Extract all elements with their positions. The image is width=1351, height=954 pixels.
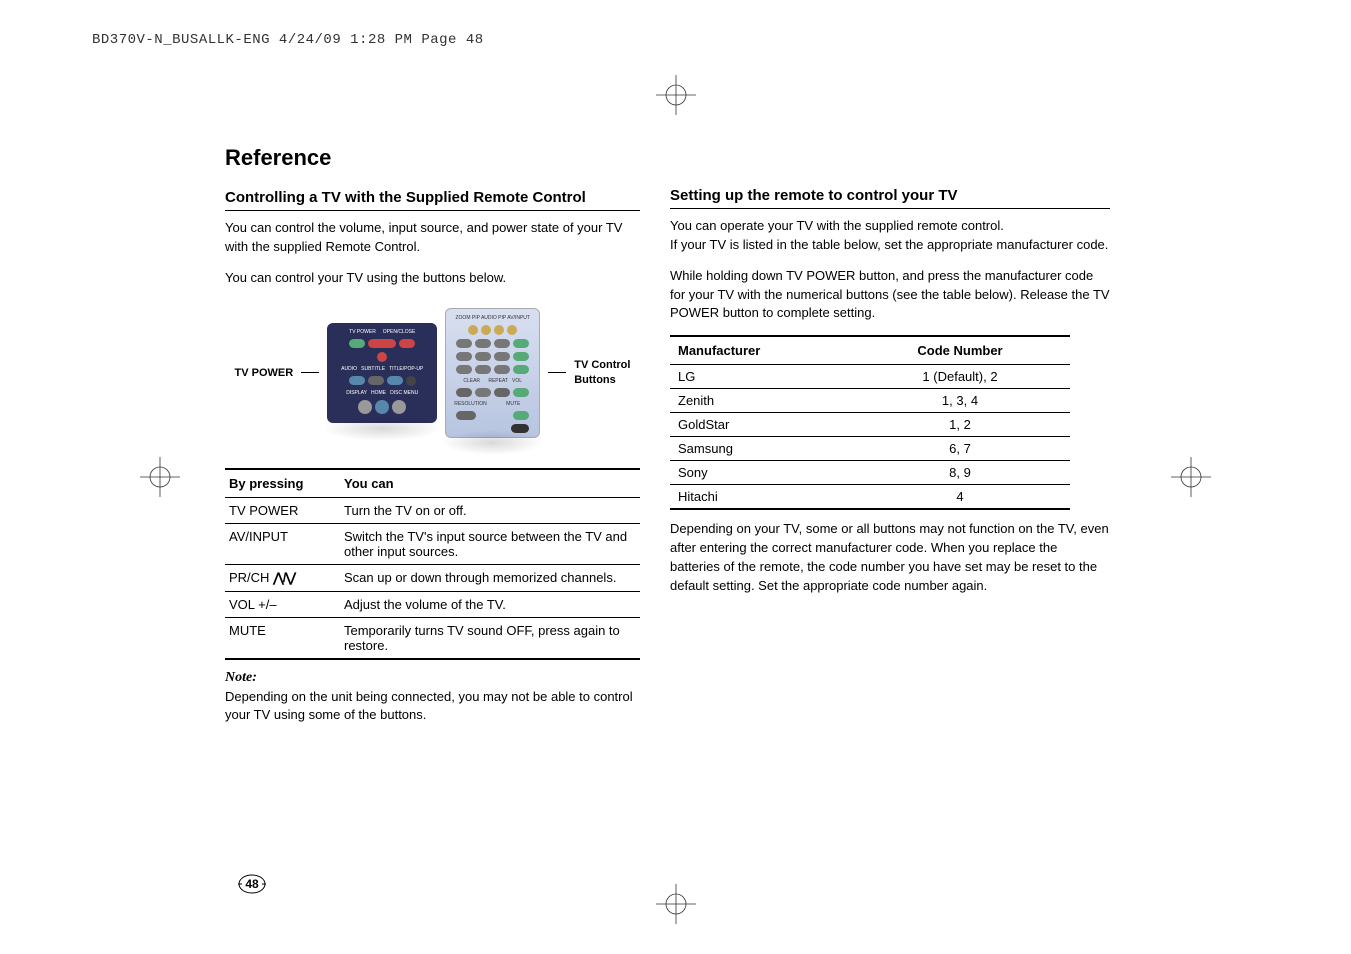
func-press: TV POWER (225, 497, 340, 523)
left-section-heading: Controlling a TV with the Supplied Remot… (225, 189, 640, 211)
right-p3: While holding down TV POWER button, and … (670, 267, 1110, 324)
table-row: Sony8, 9 (670, 461, 1070, 485)
code-manufacturer: Sony (670, 461, 850, 485)
remote-illustration-right: ZOOM PIP AUDIO PIP AV/INPUT CLEAR REPEAT… (445, 308, 540, 438)
manufacturer-code-table: Manufacturer Code Number LG1 (Default), … (670, 335, 1070, 510)
table-row: VOL +/– Adjust the volume of the TV. (225, 591, 640, 617)
left-intro-1: You can control the volume, input source… (225, 219, 640, 257)
code-table-body: LG1 (Default), 2 Zenith1, 3, 4 GoldStar1… (670, 365, 1070, 510)
connector-line (548, 372, 566, 373)
tv-power-label: TV POWER (235, 367, 294, 379)
func-header-press: By pressing (225, 469, 340, 498)
code-number: 1, 3, 4 (850, 389, 1070, 413)
code-manufacturer: Samsung (670, 437, 850, 461)
func-press: PR/CH ⋀/⋁ (225, 564, 340, 591)
table-row: GoldStar1, 2 (670, 413, 1070, 437)
func-action: Scan up or down through memorized channe… (340, 564, 640, 591)
table-row: AV/INPUT Switch the TV's input source be… (225, 523, 640, 564)
print-job-header: BD370V-N_BUSALLK-ENG 4/24/09 1:28 PM Pag… (92, 32, 484, 48)
left-intro-2: You can control your TV using the button… (225, 269, 640, 288)
page-title: Reference (225, 145, 640, 171)
page-content: Reference Controlling a TV with the Supp… (225, 145, 1126, 725)
remote-illustration-left: TV POWER OPEN/CLOSE AUDIO SUBTITLE TITLE… (327, 323, 437, 423)
table-row: MUTE Temporarily turns TV sound OFF, pre… (225, 617, 640, 659)
func-action: Temporarily turns TV sound OFF, press ag… (340, 617, 640, 659)
func-header-action: You can (340, 469, 640, 498)
button-function-table: By pressing You can TV POWER Turn the TV… (225, 468, 640, 660)
func-action: Switch the TV's input source between the… (340, 523, 640, 564)
connector-line (301, 372, 319, 373)
up-down-icon: ⋀/⋁ (273, 570, 295, 585)
func-press: VOL +/– (225, 591, 340, 617)
func-table-body: TV POWER Turn the TV on or off. AV/INPUT… (225, 497, 640, 659)
func-press: MUTE (225, 617, 340, 659)
code-header-code: Code Number (850, 336, 1070, 365)
registration-mark-right (1171, 457, 1211, 497)
remote-figure: TV POWER TV POWER OPEN/CLOSE AUDIO SUBTI… (225, 308, 640, 438)
registration-mark-bottom (656, 884, 696, 924)
code-number: 8, 9 (850, 461, 1070, 485)
code-number: 1, 2 (850, 413, 1070, 437)
code-header-manufacturer: Manufacturer (670, 336, 850, 365)
code-number: 1 (Default), 2 (850, 365, 1070, 389)
func-action: Adjust the volume of the TV. (340, 591, 640, 617)
registration-mark-top (656, 75, 696, 115)
table-row: Zenith1, 3, 4 (670, 389, 1070, 413)
right-p2: If your TV is listed in the table below,… (670, 236, 1110, 255)
table-row: TV POWER Turn the TV on or off. (225, 497, 640, 523)
table-row: Hitachi4 (670, 485, 1070, 510)
func-action: Turn the TV on or off. (340, 497, 640, 523)
page-number: 48 (238, 874, 266, 894)
code-manufacturer: Zenith (670, 389, 850, 413)
right-column: Setting up the remote to control your TV… (670, 145, 1110, 725)
table-row: Samsung6, 7 (670, 437, 1070, 461)
right-section-heading: Setting up the remote to control your TV (670, 187, 1110, 209)
table-row: LG1 (Default), 2 (670, 365, 1070, 389)
code-number: 4 (850, 485, 1070, 510)
right-p1: You can operate your TV with the supplie… (670, 217, 1110, 236)
code-manufacturer: GoldStar (670, 413, 850, 437)
left-column: Reference Controlling a TV with the Supp… (225, 145, 640, 725)
table-row: PR/CH ⋀/⋁ Scan up or down through memori… (225, 564, 640, 591)
tv-control-buttons-label: TV Control Buttons (574, 358, 630, 387)
right-p4: Depending on your TV, some or all button… (670, 520, 1110, 595)
func-press: AV/INPUT (225, 523, 340, 564)
note-heading: Note: (225, 670, 640, 686)
code-number: 6, 7 (850, 437, 1070, 461)
note-body: Depending on the unit being connected, y… (225, 688, 640, 726)
registration-mark-left (140, 457, 180, 497)
code-manufacturer: Hitachi (670, 485, 850, 510)
code-manufacturer: LG (670, 365, 850, 389)
